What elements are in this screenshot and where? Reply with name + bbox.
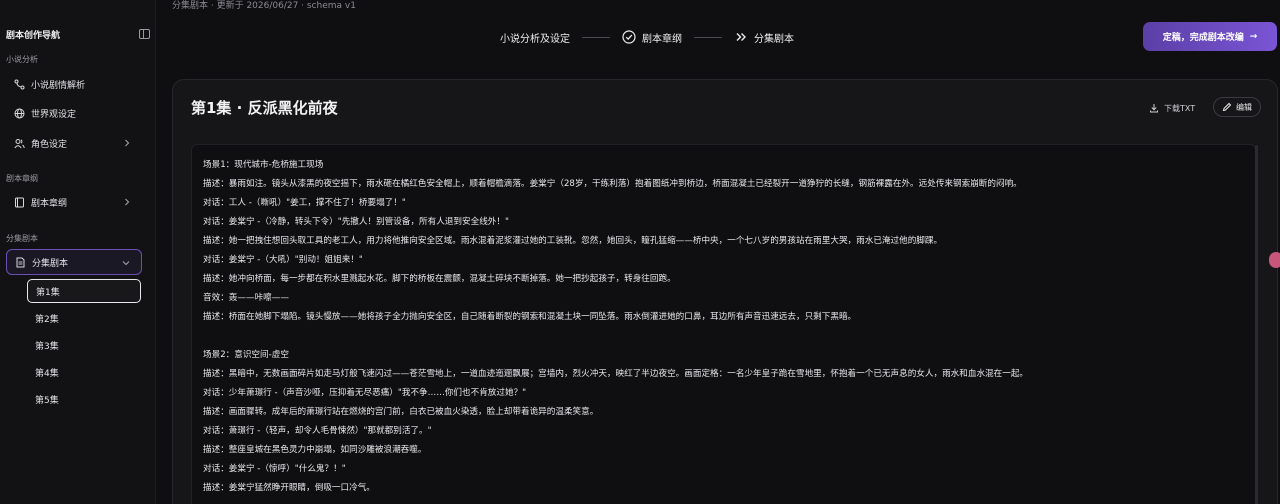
sidebar-item-plot[interactable]: 小说剧情解析 — [6, 71, 142, 97]
sidebar-item-label: 小说剧情解析 — [31, 80, 86, 91]
episode-item-4[interactable]: 第4集 — [27, 360, 141, 384]
script-line: 对话：工人 -（嘶吼）"姜工，撑不住了！桥要塌了！" — [203, 198, 406, 208]
globe-icon — [14, 108, 25, 119]
download-icon — [1149, 103, 1159, 113]
sidebar: 剧本创作导航 小说分析 小说剧情解析 世界观设定 角色设定 剧本章纲 剧本章纲 … — [0, 0, 156, 504]
step-label: 小说分析及设定 — [500, 33, 570, 45]
script-line: 对话：姜棠宁 -（大吼）"别动！姐姐来！" — [203, 255, 363, 265]
book-icon — [14, 197, 25, 208]
episode-card: 第1集 · 反派黑化前夜 下载TXT 编辑 场景1：现代城市-危桥施工现场描述：… — [172, 79, 1278, 504]
sidebar-item-label: 世界观设定 — [31, 109, 77, 120]
floating-assistant-icon[interactable] — [1269, 252, 1280, 268]
app-root: 剧本创作导航 小说分析 小说剧情解析 世界观设定 角色设定 剧本章纲 剧本章纲 … — [0, 0, 1280, 504]
finalize-label: 定稿，完成剧本改编 — [1162, 33, 1244, 43]
step-novel-analysis[interactable]: 小说分析及设定 — [500, 30, 570, 45]
script-line: 描述：她冲向桥面，每一步都在积水里溅起水花。脚下的桥板在震颤，混凝土碎块不断掉落… — [203, 274, 676, 284]
arrow-right-icon: → — [1249, 31, 1258, 42]
section-label-novel: 小说分析 — [6, 55, 38, 64]
sidebar-item-label: 剧本章纲 — [31, 198, 68, 209]
download-label: 下载TXT — [1164, 103, 1196, 113]
workflow-steps: 小说分析及设定 剧本章纲 分集剧本 — [500, 28, 794, 46]
episode-item-3[interactable]: 第3集 — [27, 333, 141, 357]
script-line: 描述：黑暗中，无数画面碎片如走马灯般飞速闪过——苍茫雪地上，一道血迹迤逦飘展；宫… — [203, 369, 1029, 379]
script-line: 描述：桥面在她脚下塌陷。镜头慢放——她将孩子全力抛向安全区，自己随着断裂的钢索和… — [203, 312, 857, 322]
script-line: 描述：她一把拽住想回头取工具的老工人，用力将他推向安全区域。雨水混着泥浆灌过她的… — [203, 236, 943, 246]
check-circle-icon — [622, 30, 636, 44]
sidebar-item-label: 分集剧本 — [32, 258, 69, 269]
script-line: 对话：萧璟行 -（轻声，却令人毛骨悚然）"那就都别活了。" — [203, 426, 432, 436]
episode-item-1[interactable]: 第1集 — [27, 279, 141, 303]
users-icon — [14, 138, 25, 149]
edit-button[interactable]: 编辑 — [1213, 97, 1261, 117]
script-line: 场景1：现代城市-危桥施工现场 — [203, 160, 324, 170]
script-line: 描述：姜棠宁猛然睁开眼睛，倒吸一口冷气。 — [203, 483, 375, 493]
step-connector — [582, 36, 610, 38]
sidebar-item-label: 角色设定 — [31, 139, 68, 150]
double-chevron-right-icon — [734, 30, 748, 44]
sidebar-item-world[interactable]: 世界观设定 — [6, 100, 142, 126]
script-line: 音效：轰——咔嚓—— — [203, 293, 289, 303]
sidebar-item-episodes[interactable]: 分集剧本 — [6, 249, 142, 275]
download-txt-button[interactable]: 下载TXT — [1149, 99, 1195, 117]
sidebar-title: 剧本创作导航 — [6, 30, 61, 41]
script-line: 描述：整座皇城在黑色灵力中崩塌，如同沙雕被浪潮吞噬。 — [203, 445, 427, 455]
step-chapter-outline[interactable]: 剧本章纲 — [622, 30, 682, 45]
script-content[interactable]: 场景1：现代城市-危桥施工现场描述：暴雨如注。镜头从漆黑的夜空摇下，雨水砸在橘红… — [191, 144, 1256, 504]
pencil-icon — [1222, 102, 1232, 112]
sidebar-item-chapter[interactable]: 剧本章纲 — [6, 189, 142, 215]
sidebar-header: 剧本创作导航 — [6, 28, 150, 41]
route-icon — [14, 79, 25, 90]
scrollbar[interactable] — [1255, 145, 1258, 504]
step-episode-script[interactable]: 分集剧本 — [734, 30, 794, 45]
chevron-down-icon — [121, 258, 131, 268]
sidebar-item-character[interactable]: 角色设定 — [6, 130, 142, 156]
script-line: 对话：少年萧璟行 -（声音沙哑，压抑着无尽恶痛）"我不争……你们也不肯放过她？" — [203, 388, 527, 398]
edit-label: 编辑 — [1236, 102, 1252, 112]
file-text-icon — [15, 257, 26, 268]
script-line: 对话：姜棠宁 -（惊呼）"什么鬼？！" — [203, 464, 346, 474]
script-line: 场景2：意识空间-虚空 — [203, 350, 289, 360]
sidebar-collapse-icon[interactable] — [139, 29, 150, 39]
script-line: 描述：画面骤转。成年后的萧璟行站在燃烧的宫门前，白衣已被血火染透，脸上却带着诡异… — [203, 407, 599, 417]
breadcrumb: 分集剧本 · 更新于 2026/06/27 · schema v1 — [172, 1, 356, 11]
script-line: 对话：姜棠宁 -（冷静，转头下令）"先撤人！别管设备，所有人退到安全线外！" — [203, 217, 509, 227]
section-label-outline: 剧本章纲 — [6, 174, 38, 183]
episode-item-5[interactable]: 第5集 — [27, 387, 141, 411]
chevron-right-icon — [122, 197, 132, 207]
page-title: 第1集 · 反派黑化前夜 — [191, 99, 338, 117]
finalize-button[interactable]: 定稿，完成剧本改编 → — [1143, 22, 1277, 51]
script-spacer — [203, 327, 1028, 346]
step-label: 分集剧本 — [754, 33, 794, 45]
script-lines: 场景1：现代城市-危桥施工现场描述：暴雨如注。镜头从漆黑的夜空摇下，雨水砸在橘红… — [203, 156, 1028, 498]
step-connector — [694, 36, 722, 38]
episode-item-2[interactable]: 第2集 — [27, 306, 141, 330]
chevron-right-icon — [122, 138, 132, 148]
section-label-episodes: 分集剧本 — [6, 234, 38, 243]
step-label: 剧本章纲 — [642, 33, 682, 45]
script-line: 描述：暴雨如注。镜头从漆黑的夜空摇下，雨水砸在橘红色安全帽上，顺着帽檐滴落。姜棠… — [203, 179, 1022, 189]
